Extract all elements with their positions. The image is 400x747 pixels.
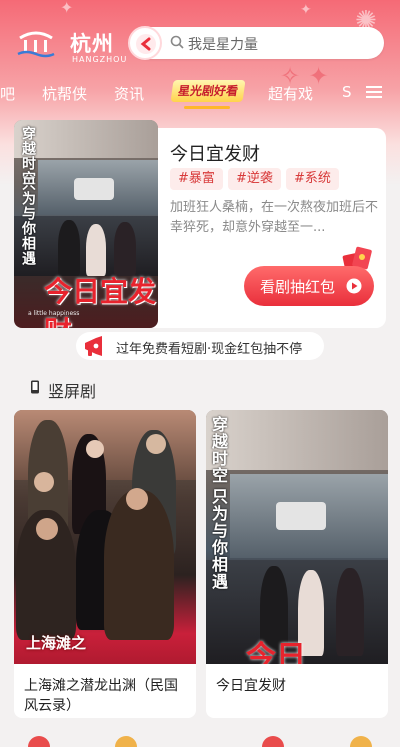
search-placeholder: 我是星力量 bbox=[188, 37, 258, 53]
drama-title[interactable]: 今日宜发财 bbox=[216, 676, 381, 696]
logo-text: 杭州 bbox=[70, 32, 114, 56]
star-power-icon bbox=[136, 34, 156, 54]
featured-title[interactable]: 今日宜发财 bbox=[170, 140, 260, 166]
tab-ba[interactable]: 吧 bbox=[0, 83, 15, 104]
watch-for-hongbao-button[interactable]: 看剧抽红包 bbox=[244, 266, 374, 306]
active-tab-indicator bbox=[184, 106, 230, 109]
drama-title[interactable]: 上海滩之潜龙出渊（民国风云录） bbox=[24, 676, 189, 716]
featured-poster[interactable]: 穿越时空 只为与你相遇 今日宜发财 a little happiness bbox=[14, 120, 158, 328]
poster-title: 今日宜发财 bbox=[44, 275, 157, 328]
tag-nixi[interactable]: #逆袭 bbox=[228, 168, 281, 190]
bottom-peek-row bbox=[0, 730, 400, 747]
drama-poster-jinriyifacai[interactable]: 穿越时空 只为与你相遇 今日 bbox=[206, 410, 388, 664]
bottom-thumb bbox=[28, 736, 50, 747]
tab-xingguang-active[interactable]: 星光剧好看 bbox=[170, 80, 246, 102]
drama-poster-shanghaitan[interactable]: 上海滩之 bbox=[14, 410, 196, 664]
featured-drama-card[interactable]: 穿越时空 只为与你相遇 今日宜发财 a little happiness 今日宜… bbox=[14, 120, 386, 328]
poster-subtitle: a little happiness bbox=[28, 310, 80, 317]
bottom-thumb bbox=[262, 736, 284, 747]
menu-icon[interactable] bbox=[365, 84, 383, 100]
sparkle-icon: ✦ bbox=[60, 0, 74, 17]
section-title: 竖屏剧 bbox=[48, 382, 97, 401]
poster-logo-text: 上海滩之 bbox=[26, 634, 87, 652]
featured-description: 加班狂人桑楠，在一次熬夜加班后不幸猝死，却意外穿越至一... bbox=[170, 200, 379, 235]
app-logo[interactable]: 杭州 HANGZHOU bbox=[16, 26, 126, 66]
play-icon bbox=[346, 278, 362, 294]
tag-baofu[interactable]: #暴富 bbox=[170, 168, 223, 190]
tab-chaoyouxi[interactable]: 超有戏 bbox=[268, 83, 313, 104]
search-bar[interactable]: 我是星力量 bbox=[128, 26, 384, 60]
bottom-thumb bbox=[115, 736, 137, 747]
tab-s[interactable]: S bbox=[342, 83, 352, 101]
promo-text: 过年免费看短剧·现金红包抽不停 bbox=[116, 342, 303, 357]
star-power-badge[interactable] bbox=[128, 26, 162, 60]
tag-xitong[interactable]: #系统 bbox=[286, 168, 339, 190]
drama-card-jinriyifacai[interactable]: 穿越时空 只为与你相遇 今日 今日宜发财 bbox=[206, 410, 388, 718]
search-icon bbox=[170, 35, 184, 49]
logo-mark-icon bbox=[17, 31, 55, 58]
poster-tagline: 穿越时空 bbox=[209, 416, 228, 484]
tab-hangbangxia[interactable]: 杭帮侠 bbox=[42, 83, 87, 104]
vertical-phone-icon bbox=[31, 380, 39, 394]
poster-tagline-2: 只为与你相遇 bbox=[20, 176, 36, 266]
promo-banner[interactable]: 过年免费看短剧·现金红包抽不停 bbox=[76, 332, 324, 360]
poster-tagline-2: 只为与你相遇 bbox=[209, 488, 228, 590]
bottom-thumb bbox=[350, 736, 372, 747]
sparkle-icon: ✦ bbox=[300, 2, 312, 18]
watch-for-hongbao-label: 看剧抽红包 bbox=[260, 278, 336, 296]
megaphone-icon bbox=[85, 336, 102, 356]
logo-subtext: HANGZHOU bbox=[72, 55, 128, 64]
channel-tabs: 吧 杭帮侠 资讯 星光剧好看 超有戏 S bbox=[0, 80, 400, 109]
drama-card-shanghaitan[interactable]: 上海滩之 上海滩之潜龙出渊（民国风云录） bbox=[14, 410, 196, 718]
poster-title: 今日 bbox=[246, 640, 306, 664]
tab-news[interactable]: 资讯 bbox=[114, 83, 144, 104]
